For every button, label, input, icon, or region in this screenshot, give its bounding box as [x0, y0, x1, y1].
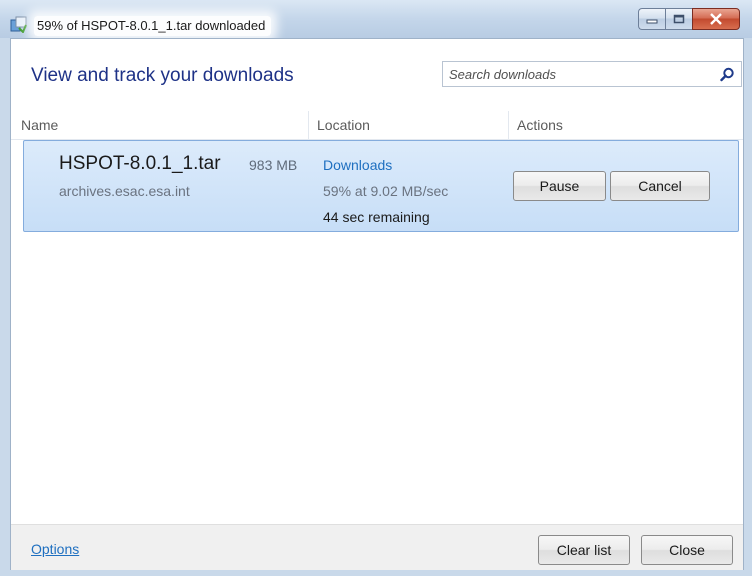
search-icon[interactable] [720, 67, 735, 82]
download-app-icon [10, 16, 27, 33]
maximize-icon [673, 14, 685, 24]
time-remaining: 44 sec remaining [323, 209, 430, 225]
maximize-button[interactable] [665, 8, 692, 30]
file-size: 983 MB [249, 157, 298, 173]
search-input[interactable] [449, 65, 709, 83]
footer-bar: Options Clear list Close [11, 524, 743, 570]
cancel-button[interactable]: Cancel [610, 171, 710, 201]
window-title: 59% of HSPOT-8.0.1_1.tar downloaded [34, 16, 272, 36]
title-bar[interactable]: 59% of HSPOT-8.0.1_1.tar downloaded [0, 0, 752, 38]
progress-text: 59% at 9.02 MB/sec [323, 183, 449, 199]
page-title: View and track your downloads [31, 65, 294, 86]
column-header-row: Name Location Actions [11, 111, 743, 140]
pause-button[interactable]: Pause [513, 171, 606, 201]
minimize-button[interactable] [638, 8, 665, 30]
column-location[interactable]: Location [317, 117, 370, 133]
close-button[interactable]: Close [641, 535, 733, 565]
file-source: archives.esac.esa.int [59, 183, 190, 199]
clear-list-button[interactable]: Clear list [538, 535, 630, 565]
download-item[interactable]: HSPOT-8.0.1_1.tar 983 MB archives.esac.e… [23, 140, 739, 232]
file-name: HSPOT-8.0.1_1.tar [59, 153, 221, 174]
location-link[interactable]: Downloads [323, 157, 392, 173]
downloads-panel: View and track your downloads Name Locat… [10, 38, 744, 570]
close-icon [710, 13, 722, 25]
minimize-icon [646, 19, 658, 24]
search-box[interactable] [442, 61, 742, 87]
column-actions[interactable]: Actions [517, 117, 563, 133]
downloads-window: 59% of HSPOT-8.0.1_1.tar downloaded View… [0, 0, 752, 576]
close-window-button[interactable] [692, 8, 740, 30]
options-link[interactable]: Options [31, 541, 79, 557]
column-name[interactable]: Name [21, 117, 58, 133]
column-divider [508, 111, 509, 139]
caption-buttons [638, 8, 740, 30]
column-divider [308, 111, 309, 139]
